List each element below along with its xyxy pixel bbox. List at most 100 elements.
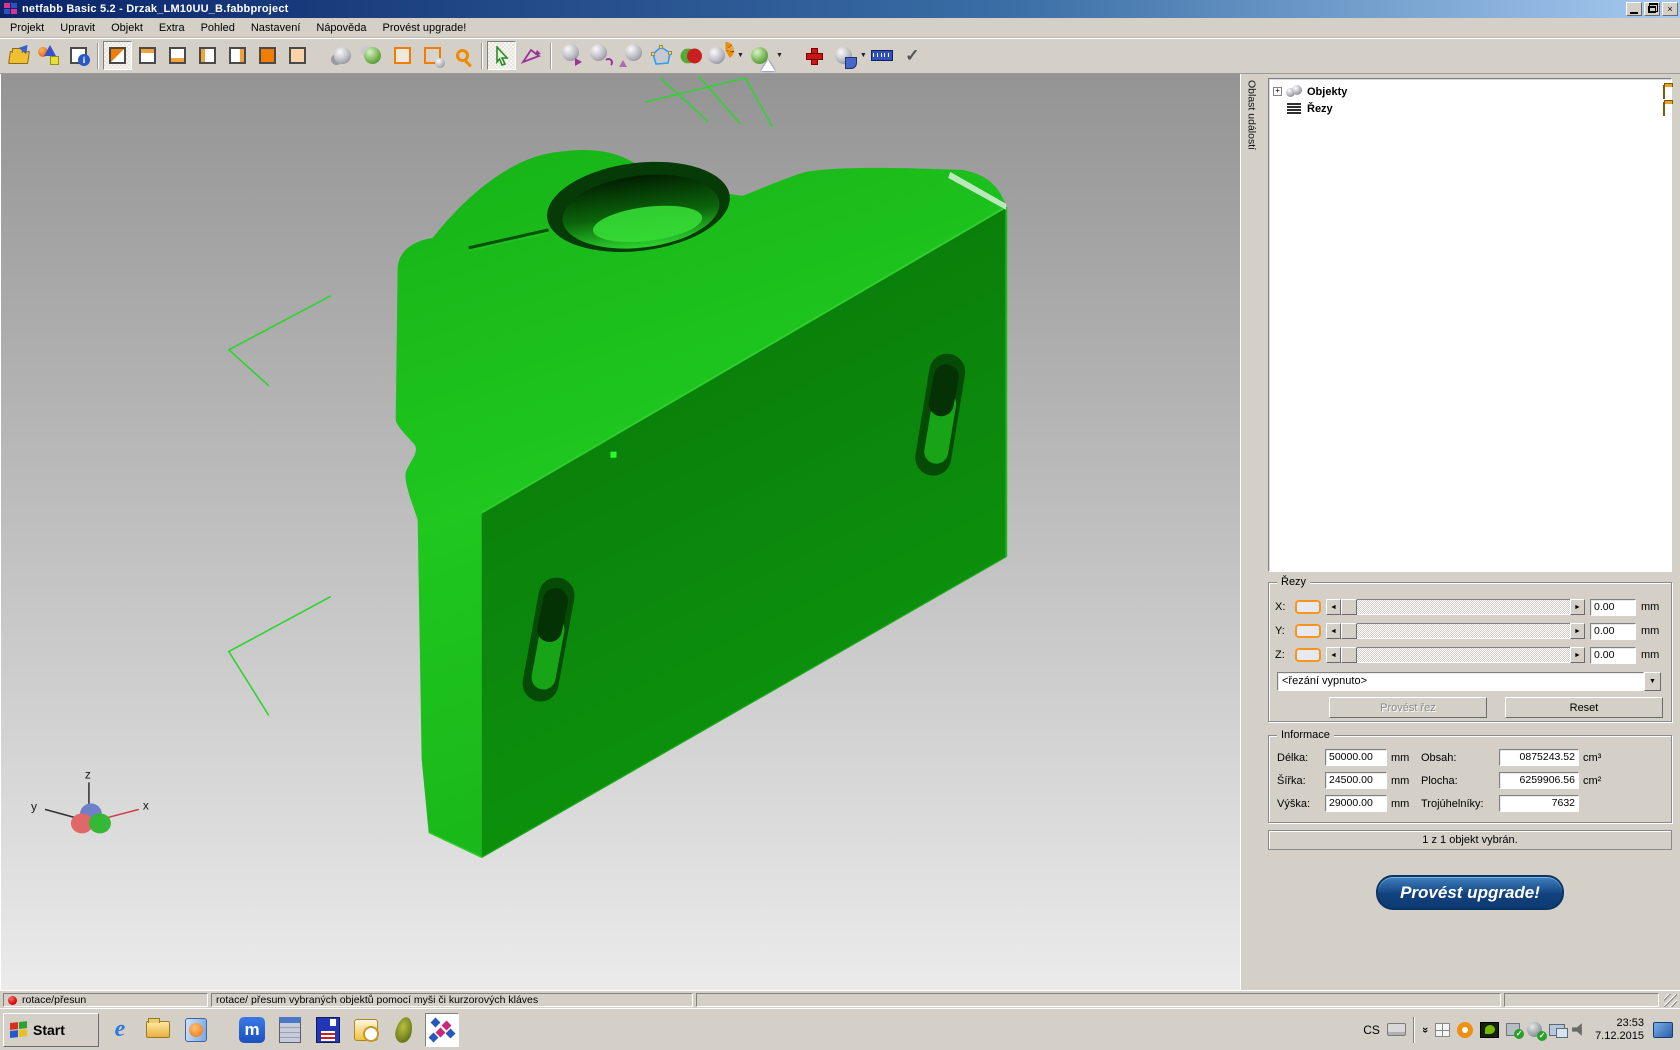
taskbar-mediaplayer-icon[interactable]: [179, 1013, 213, 1047]
taskbar-mail-icon[interactable]: [349, 1013, 383, 1047]
slice-dropdown-arrow[interactable]: ▼: [737, 52, 744, 59]
cut-axis-x-toggle[interactable]: [1295, 600, 1321, 614]
resize-grip[interactable]: [1664, 994, 1677, 1007]
keyboard-icon[interactable]: [1387, 1023, 1406, 1036]
open-project-button[interactable]: [4, 41, 33, 70]
apply-repair-button[interactable]: ✓: [898, 41, 927, 70]
measure-button[interactable]: [868, 41, 897, 70]
tree-label-objects[interactable]: Objekty: [1307, 86, 1347, 98]
close-button[interactable]: ×: [1662, 2, 1678, 16]
view-back-button[interactable]: [283, 41, 312, 70]
menu-nastaveni[interactable]: Nastavení: [243, 20, 309, 36]
move-part-button[interactable]: [556, 41, 585, 70]
length-value[interactable]: 50000.00: [1325, 749, 1387, 766]
objects-folder-icon[interactable]: [1663, 86, 1665, 98]
view-front-button[interactable]: [253, 41, 282, 70]
menu-pohled[interactable]: Pohled: [193, 20, 243, 36]
menu-projekt[interactable]: Projekt: [2, 20, 52, 36]
repair-script-button[interactable]: [829, 41, 858, 70]
triangles-value[interactable]: 7632: [1499, 795, 1579, 812]
menu-upgrade[interactable]: Provést upgrade!: [375, 20, 475, 36]
expand-icon[interactable]: +: [1273, 87, 1282, 96]
start-button[interactable]: Start: [3, 1013, 99, 1047]
menu-napoveda[interactable]: Nápověda: [308, 20, 374, 36]
restore-button[interactable]: [1644, 2, 1660, 16]
tray-expand-icon[interactable]: «: [1419, 1026, 1431, 1032]
package-part-button[interactable]: [418, 41, 447, 70]
view-top-button[interactable]: [133, 41, 162, 70]
cut-axis-y-toggle[interactable]: [1295, 624, 1321, 638]
select-part-button[interactable]: [358, 41, 387, 70]
cut-axis-z-toggle[interactable]: [1295, 648, 1321, 662]
taskbar-maxthon-icon[interactable]: m: [235, 1013, 269, 1047]
convex-hull-button[interactable]: [646, 41, 675, 70]
viewport-3d[interactable]: z y x: [0, 74, 1240, 990]
taskbar-suse-icon[interactable]: [387, 1013, 421, 1047]
part-model[interactable]: [396, 150, 1006, 857]
merge-parts-button[interactable]: [328, 41, 357, 70]
bounding-box-button[interactable]: [388, 41, 417, 70]
tray-update-icon[interactable]: ✓: [1527, 1022, 1542, 1037]
slider-thumb[interactable]: [1341, 647, 1357, 663]
flip-tool-button[interactable]: [517, 41, 546, 70]
cut-slider-z[interactable]: ◄ ►: [1326, 647, 1585, 663]
view-bottom-button[interactable]: [163, 41, 192, 70]
collision-check-button[interactable]: [676, 41, 705, 70]
cut-slider-x[interactable]: ◄ ►: [1326, 599, 1585, 615]
zoom-button[interactable]: [448, 41, 477, 70]
tree-item-cuts[interactable]: Řezy: [1273, 100, 1669, 117]
taskbar-folder-icon[interactable]: [141, 1013, 175, 1047]
slider-right-arrow-icon[interactable]: ►: [1570, 599, 1585, 615]
menu-objekt[interactable]: Objekt: [103, 20, 151, 36]
select-cursor-button[interactable]: [487, 41, 516, 70]
part-info-button[interactable]: i: [64, 41, 93, 70]
tray-usb-icon[interactable]: ✓: [1506, 1023, 1520, 1036]
volume-value[interactable]: 0875243.52: [1499, 749, 1579, 766]
tray-network-icon[interactable]: [1549, 1024, 1565, 1036]
menu-extra[interactable]: Extra: [151, 20, 193, 36]
area-value[interactable]: 6259906.56: [1499, 772, 1579, 789]
tray-clock[interactable]: 23:53 7.12.2015: [1593, 1017, 1646, 1043]
add-part-button[interactable]: [34, 41, 63, 70]
tree-label-cuts[interactable]: Řezy: [1307, 103, 1333, 115]
language-indicator[interactable]: CS: [1363, 1023, 1380, 1037]
cut-value-z[interactable]: 0.00: [1590, 647, 1636, 664]
view-right-button[interactable]: [223, 41, 252, 70]
view-left-button[interactable]: [193, 41, 222, 70]
taskbar-calculator-icon[interactable]: [273, 1013, 307, 1047]
taskbar-save-icon[interactable]: [311, 1013, 345, 1047]
minimize-button[interactable]: [1626, 2, 1642, 16]
tray-windows-icon[interactable]: [1435, 1023, 1450, 1037]
cuts-folder-icon[interactable]: [1663, 103, 1665, 115]
tray-nvidia-icon[interactable]: [1480, 1022, 1499, 1038]
tree-item-objects[interactable]: + Objekty: [1273, 83, 1669, 100]
upgrade-button[interactable]: Provést upgrade!: [1376, 875, 1564, 910]
analyze-dropdown-arrow[interactable]: ▼: [776, 52, 783, 59]
tray-volume-icon[interactable]: [1572, 1023, 1586, 1037]
execute-cut-button[interactable]: Provést řez: [1329, 697, 1487, 718]
slider-thumb[interactable]: [1341, 623, 1357, 639]
slider-left-arrow-icon[interactable]: ◄: [1326, 647, 1341, 663]
taskbar-ie-icon[interactable]: e: [103, 1013, 137, 1047]
tray-display-icon[interactable]: [1653, 1022, 1673, 1038]
events-area-tab[interactable]: Oblast událostí: [1240, 74, 1262, 990]
view-perspective-button[interactable]: [103, 41, 132, 70]
menu-upravit[interactable]: Upravit: [52, 20, 103, 36]
slider-right-arrow-icon[interactable]: ►: [1570, 623, 1585, 639]
tray-antivirus-icon[interactable]: [1457, 1022, 1473, 1038]
reset-button[interactable]: Reset: [1505, 697, 1663, 718]
slider-left-arrow-icon[interactable]: ◄: [1326, 623, 1341, 639]
slice-view-button[interactable]: [706, 41, 735, 70]
slider-right-arrow-icon[interactable]: ►: [1570, 647, 1585, 663]
slider-thumb[interactable]: [1341, 599, 1357, 615]
cut-value-y[interactable]: 0.00: [1590, 623, 1636, 640]
taskbar-netfabb-icon[interactable]: [425, 1013, 459, 1047]
cut-value-x[interactable]: 0.00: [1590, 599, 1636, 616]
analyze-part-button[interactable]: [745, 41, 774, 70]
repair-part-button[interactable]: [799, 41, 828, 70]
width-value[interactable]: 24500.00: [1325, 772, 1387, 789]
combo-dropdown-icon[interactable]: ▼: [1644, 672, 1661, 691]
scale-part-button[interactable]: [616, 41, 645, 70]
cut-mode-select[interactable]: <řezání vypnuto> ▼: [1277, 672, 1661, 691]
slider-left-arrow-icon[interactable]: ◄: [1326, 599, 1341, 615]
